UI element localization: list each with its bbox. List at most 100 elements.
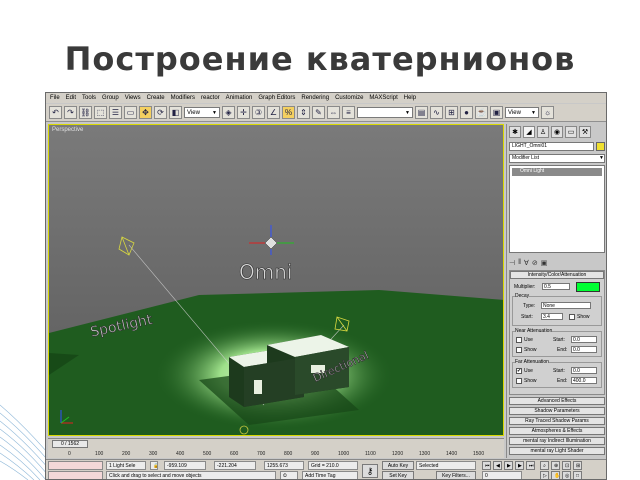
undo-icon[interactable]: ↶ — [49, 106, 62, 119]
create-tab-icon[interactable]: ✱ — [509, 126, 521, 138]
menu-rendering[interactable]: Rendering — [301, 95, 329, 101]
curve-editor-icon[interactable]: ∿ — [430, 106, 443, 119]
zoom-extents-icon[interactable]: ⊡ — [562, 461, 571, 470]
go-to-end-icon[interactable]: ⏭ — [526, 461, 535, 470]
timeline[interactable]: 0 / 1562 0 100 200 300 400 500 600 700 8… — [48, 438, 504, 458]
menu-graph-editors[interactable]: Graph Editors — [258, 95, 295, 101]
modifier-stack[interactable]: Omni Light — [509, 165, 605, 253]
select-object-icon[interactable]: ⬚ — [94, 106, 107, 119]
zoom-icon[interactable]: ⌕ — [540, 461, 549, 470]
maximize-viewport-icon[interactable]: □ — [573, 471, 582, 479]
configure-sets-icon[interactable]: ▣ — [541, 259, 548, 267]
menu-animation[interactable]: Animation — [226, 95, 253, 101]
show-end-result-icon[interactable]: ‖ — [518, 259, 521, 266]
menu-modifiers[interactable]: Modifiers — [171, 95, 195, 101]
far-show-checkbox[interactable] — [516, 378, 522, 384]
schematic-view-icon[interactable]: ⊞ — [445, 106, 458, 119]
y-coord-field[interactable]: -221.204 — [214, 461, 256, 470]
advanced-effects-rollout[interactable]: Advanced Effects — [509, 397, 605, 405]
object-color-swatch[interactable] — [596, 142, 605, 151]
next-frame-icon[interactable]: ▶ — [515, 461, 524, 470]
quick-render-icon[interactable]: ☼ — [541, 106, 554, 119]
go-to-start-icon[interactable]: ⏮ — [482, 461, 491, 470]
field-of-view-icon[interactable]: ▷ — [540, 471, 549, 479]
perspective-viewport[interactable]: Perspective Omni Spotlight Directional — [48, 124, 504, 436]
atmospheres-effects-rollout[interactable]: Atmospheres & Effects — [509, 427, 605, 435]
menu-help[interactable]: Help — [404, 95, 416, 101]
object-name-field[interactable]: LIGHT_Omni01 — [509, 142, 594, 151]
menu-tools[interactable]: Tools — [82, 95, 96, 101]
far-start-field[interactable]: 0.0 — [571, 367, 597, 374]
redo-icon[interactable]: ↷ — [64, 106, 77, 119]
snap-toggle-icon[interactable]: ③ — [252, 106, 265, 119]
near-end-field[interactable]: 0.0 — [571, 346, 597, 353]
select-move-icon[interactable]: ✥ — [139, 106, 152, 119]
time-slider[interactable]: 0 / 1562 — [52, 440, 88, 448]
reference-coord-select[interactable]: View ▼ — [184, 107, 220, 118]
pivot-center-icon[interactable]: ◈ — [222, 106, 235, 119]
set-key-button[interactable]: Set Key — [382, 471, 414, 479]
auto-key-button[interactable]: Auto Key — [382, 461, 414, 470]
select-link-icon[interactable]: ⛓ — [79, 106, 92, 119]
menu-customize[interactable]: Customize — [335, 95, 363, 101]
mental-ray-light-shader-rollout[interactable]: mental ray Light Shader — [509, 447, 605, 455]
menu-reactor[interactable]: reactor — [201, 95, 220, 101]
play-icon[interactable]: ▶ — [504, 461, 513, 470]
multiplier-field[interactable]: 0.5 — [542, 283, 570, 290]
align-icon[interactable]: ≡ — [342, 106, 355, 119]
select-scale-icon[interactable]: ◧ — [169, 106, 182, 119]
near-show-checkbox[interactable] — [516, 347, 522, 353]
render-frame-icon[interactable]: ▣ — [490, 106, 503, 119]
near-start-field[interactable]: 0.0 — [571, 336, 597, 343]
far-end-field[interactable]: 400.0 — [571, 377, 597, 384]
utilities-tab-icon[interactable]: ⚒ — [579, 126, 591, 138]
decay-start-field[interactable]: 3.4 — [541, 313, 563, 320]
lock-icon[interactable]: 🔒 — [150, 461, 158, 470]
add-time-tag[interactable]: Add Time Tag — [302, 471, 358, 479]
menu-create[interactable]: Create — [147, 95, 165, 101]
maxscript-listener[interactable] — [48, 461, 103, 470]
menu-group[interactable]: Group — [102, 95, 119, 101]
motion-tab-icon[interactable]: ◉ — [551, 126, 563, 138]
percent-snap-icon[interactable]: % — [282, 106, 295, 119]
modify-tab-icon[interactable]: ◢ — [523, 126, 535, 138]
previous-frame-icon[interactable]: ◀ — [493, 461, 502, 470]
pan-icon[interactable]: ✋ — [551, 471, 560, 479]
hierarchy-tab-icon[interactable]: ♙ — [537, 126, 549, 138]
decay-show-checkbox[interactable] — [569, 314, 575, 320]
time-tag-icon[interactable]: ⏲ — [280, 471, 298, 479]
mirror-icon[interactable]: ⇔ — [327, 106, 340, 119]
far-use-checkbox[interactable]: ✔ — [516, 368, 522, 374]
light-color-swatch[interactable] — [576, 282, 600, 292]
decay-type-select[interactable]: None — [541, 302, 591, 309]
intensity-rollout-title[interactable]: Intensity/Color/Attenuation — [510, 271, 604, 279]
menu-file[interactable]: File — [50, 95, 60, 101]
key-icon[interactable]: ⚷ — [362, 464, 378, 478]
near-use-checkbox[interactable] — [516, 337, 522, 343]
x-coord-field[interactable]: -959.109 — [164, 461, 206, 470]
orbit-icon[interactable]: ◎ — [562, 471, 571, 479]
mental-ray-indirect-rollout[interactable]: mental ray Indirect Illumination — [509, 437, 605, 445]
menu-views[interactable]: Views — [125, 95, 141, 101]
key-filters-button[interactable]: Key Filters... — [436, 471, 476, 479]
maxscript-output[interactable] — [48, 471, 103, 479]
spinner-snap-icon[interactable]: ⇕ — [297, 106, 310, 119]
render-setup-icon[interactable]: ☕ — [475, 106, 488, 119]
select-manipulate-icon[interactable]: ✛ — [237, 106, 250, 119]
select-by-name-icon[interactable]: ☰ — [109, 106, 122, 119]
remove-modifier-icon[interactable]: ⊘ — [532, 259, 538, 267]
angle-snap-icon[interactable]: ∠ — [267, 106, 280, 119]
selected-select[interactable]: Selected — [416, 461, 476, 470]
named-selection-icon[interactable]: ✎ — [312, 106, 325, 119]
shadow-parameters-rollout[interactable]: Shadow Parameters — [509, 407, 605, 415]
select-region-icon[interactable]: ▭ — [124, 106, 137, 119]
track-bar[interactable]: 0 100 200 300 400 500 600 700 800 900 10… — [48, 449, 504, 459]
render-type-select[interactable]: View ▼ — [505, 107, 539, 118]
make-unique-icon[interactable]: ∀ — [524, 259, 529, 267]
layer-manager-icon[interactable]: ▤ — [415, 106, 428, 119]
stack-item-omni-light[interactable]: Omni Light — [512, 168, 602, 176]
current-frame-field[interactable]: 0 — [482, 471, 522, 479]
ray-traced-shadow-rollout[interactable]: Ray Traced Shadow Params — [509, 417, 605, 425]
display-tab-icon[interactable]: ▭ — [565, 126, 577, 138]
select-rotate-icon[interactable]: ⟳ — [154, 106, 167, 119]
